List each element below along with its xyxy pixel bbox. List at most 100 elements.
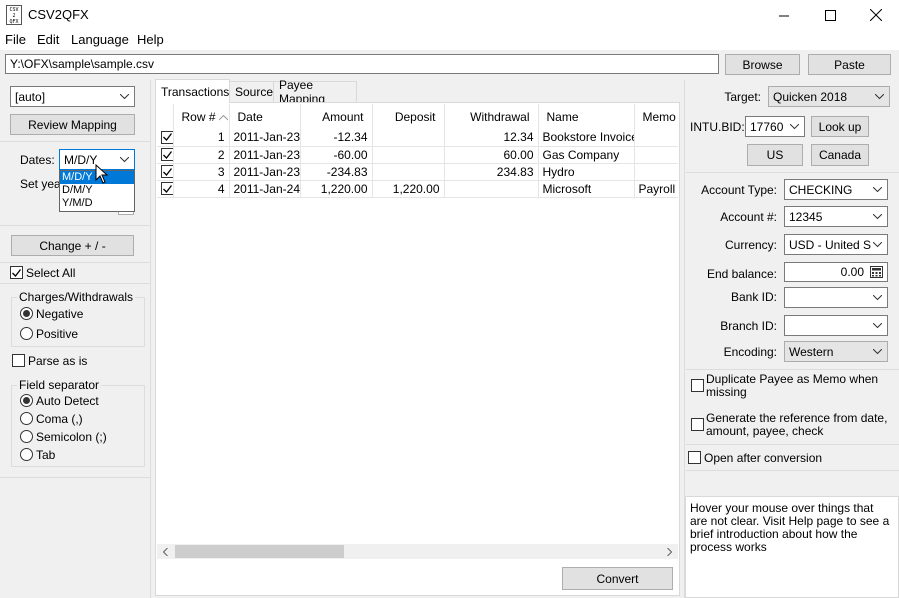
select-all-checkbox[interactable] <box>10 266 23 279</box>
horizontal-scroll-thumb[interactable] <box>175 545 344 558</box>
cell-memo[interactable] <box>634 163 678 181</box>
maximize-icon <box>824 9 836 21</box>
end-balance-field[interactable]: 0.00 <box>784 262 888 282</box>
menu-language[interactable]: Language <box>71 32 129 47</box>
cell-name[interactable]: Gas Company <box>538 146 635 164</box>
divider <box>0 225 150 226</box>
tab-payee-mapping[interactable]: Payee Mapping <box>273 78 357 106</box>
column-header-row[interactable]: Row # <box>173 104 230 129</box>
account-number-select[interactable]: 12345 <box>784 206 888 227</box>
canada-button[interactable]: Canada <box>811 144 869 166</box>
cell-amount[interactable]: -12.34 <box>300 129 373 147</box>
close-button[interactable] <box>853 0 899 30</box>
paste-button[interactable]: Paste <box>808 54 891 75</box>
minimize-button[interactable] <box>761 0 807 30</box>
column-header-date[interactable]: Date <box>229 104 301 129</box>
cell-withdrawal[interactable]: 12.34 <box>444 129 539 147</box>
cell-deposit[interactable] <box>372 163 445 181</box>
currency-select[interactable]: USD - United Sta <box>784 234 888 255</box>
scroll-right-button[interactable] <box>664 546 674 557</box>
cell-withdrawal[interactable]: 234.83 <box>444 163 539 181</box>
column-header-name[interactable]: Name <box>538 104 635 129</box>
parse-as-is-checkbox[interactable] <box>12 354 25 367</box>
auto-detect-radio[interactable] <box>20 394 33 407</box>
row-checkbox[interactable] <box>161 165 172 178</box>
generate-reference-label: Generate the reference from date, amount… <box>706 411 888 438</box>
column-header-amount[interactable]: Amount <box>300 104 373 129</box>
cell-memo[interactable] <box>634 129 678 147</box>
browse-button[interactable]: Browse <box>725 54 800 75</box>
review-mapping-button[interactable]: Review Mapping <box>10 114 135 135</box>
duplicate-payee-checkbox[interactable] <box>691 379 704 392</box>
transactions-grid: Row # Date Amount Deposit Withdrawal Nam… <box>157 104 678 544</box>
file-path-input[interactable]: Y:\OFX\sample\sample.csv <box>5 54 719 74</box>
cell-memo[interactable] <box>634 146 678 164</box>
branch-id-select[interactable] <box>784 315 888 336</box>
positive-radio[interactable] <box>20 327 33 340</box>
cell-deposit[interactable] <box>372 129 445 147</box>
tab-radio[interactable] <box>20 448 33 461</box>
table-row[interactable]: 1 2011-Jan-23 -12.34 12.34 Bookstore Invoice <box>157 129 678 147</box>
scroll-left-button[interactable] <box>160 546 170 557</box>
cell-amount[interactable]: 1,220.00 <box>300 180 373 198</box>
menu-help[interactable]: Help <box>137 32 164 47</box>
cell-withdrawal[interactable]: 60.00 <box>444 146 539 164</box>
us-button[interactable]: US <box>747 144 803 166</box>
calculator-icon[interactable] <box>870 266 883 278</box>
cell-row[interactable]: 3 <box>173 163 230 181</box>
table-row[interactable]: 2 2011-Jan-23 -60.00 60.00 Gas Company <box>157 146 678 164</box>
menu-edit[interactable]: Edit <box>37 32 59 47</box>
open-after-conversion-label: Open after conversion <box>704 451 823 465</box>
cell-row[interactable]: 1 <box>173 129 230 147</box>
table-row[interactable]: 3 2011-Jan-23 -234.83 234.83 Hydro <box>157 163 678 181</box>
cell-row[interactable]: 2 <box>173 146 230 164</box>
row-checkbox[interactable] <box>161 130 172 144</box>
intu-bid-select[interactable]: 17760 <box>745 116 805 137</box>
cell-name[interactable]: Microsoft <box>538 180 635 198</box>
maximize-button[interactable] <box>807 0 853 30</box>
cell-amount[interactable]: -60.00 <box>300 146 373 164</box>
lookup-button[interactable]: Look up <box>811 116 869 137</box>
open-after-conversion-checkbox[interactable] <box>688 451 701 464</box>
target-select[interactable]: Quicken 2018 <box>768 86 890 107</box>
cell-deposit[interactable] <box>372 146 445 164</box>
column-header-deposit[interactable]: Deposit <box>372 104 445 129</box>
encoding-select[interactable]: Western <box>784 341 888 362</box>
row-checkbox[interactable] <box>161 182 172 195</box>
target-label: Target: <box>724 90 761 104</box>
row-checkbox[interactable] <box>161 148 172 161</box>
column-header-withdrawal[interactable]: Withdrawal <box>444 104 539 129</box>
cell-date[interactable]: 2011-Jan-24 <box>229 180 301 198</box>
convert-button[interactable]: Convert <box>562 567 673 590</box>
cell-amount[interactable]: -234.83 <box>300 163 373 181</box>
row-select-cell <box>157 180 174 198</box>
semicolon-radio[interactable] <box>20 430 33 443</box>
tab-transactions[interactable]: Transactions <box>155 79 230 103</box>
account-type-select[interactable]: CHECKING <box>784 179 888 200</box>
dropdown-option-ymd[interactable]: Y/M/D <box>60 197 134 210</box>
cell-date[interactable]: 2011-Jan-23 <box>229 129 301 147</box>
column-header-select[interactable] <box>157 104 174 129</box>
close-icon <box>870 9 882 21</box>
cell-date[interactable]: 2011-Jan-23 <box>229 146 301 164</box>
tab-source[interactable]: Source <box>229 81 274 102</box>
table-row[interactable]: 4 2011-Jan-24 1,220.00 1,220.00 Microsoft Pay… <box>157 180 678 198</box>
negative-radio[interactable] <box>20 307 33 320</box>
cell-withdrawal[interactable] <box>444 180 539 198</box>
change-sign-button[interactable]: Change + / - <box>11 235 134 256</box>
column-header-memo[interactable]: Memo <box>634 104 678 129</box>
bank-id-select[interactable] <box>784 287 888 308</box>
transactions-table-body: 1 2011-Jan-23 -12.34 12.34 Bookstore Invoice… <box>157 129 678 198</box>
cell-deposit[interactable]: 1,220.00 <box>372 180 445 198</box>
cell-name[interactable]: Hydro <box>538 163 635 181</box>
cell-date[interactable]: 2011-Jan-23 <box>229 163 301 181</box>
cell-memo[interactable]: Payroll <box>634 180 678 198</box>
coma-radio[interactable] <box>20 412 33 425</box>
cell-row[interactable]: 4 <box>173 180 230 198</box>
generate-reference-checkbox[interactable] <box>691 418 704 431</box>
cell-name[interactable]: Bookstore Invoice <box>538 129 635 147</box>
left-splitter[interactable] <box>150 80 151 598</box>
dropdown-option-dmy[interactable]: D/M/Y <box>60 184 134 197</box>
menu-file[interactable]: File <box>5 32 26 47</box>
mapping-preset-select[interactable]: [auto] <box>10 86 135 107</box>
